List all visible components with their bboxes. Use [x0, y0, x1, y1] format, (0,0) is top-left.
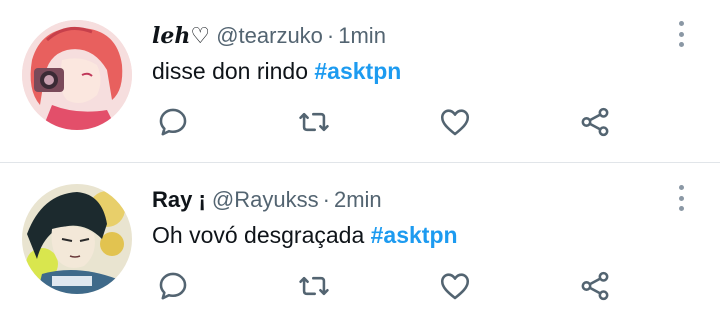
tweet-text: Oh vovó desgraçada #asktpn: [152, 221, 458, 249]
retweet-icon: [299, 276, 329, 296]
separator: ·: [322, 187, 330, 212]
hashtag-link[interactable]: #asktpn: [314, 58, 401, 84]
more-options-icon[interactable]: [676, 21, 686, 47]
tweet-item[interactable]: Ray ¡ @Rayukss · 2min Oh vovó desgraçada #…: [0, 164, 720, 323]
tweet-item[interactable]: leh♡ @tearzuko · 1min disse don rindo #ask…: [0, 0, 720, 162]
retweet-button[interactable]: [297, 269, 331, 305]
tweet-header: Ray ¡ @Rayukss · 2min: [152, 187, 382, 213]
tweet-header: leh♡ @tearzuko · 1min: [152, 23, 386, 49]
like-button[interactable]: [438, 105, 472, 141]
timestamp[interactable]: 1min: [338, 23, 386, 48]
tweet-actions: [0, 269, 720, 305]
retweet-button[interactable]: [297, 105, 331, 141]
like-icon: [440, 273, 470, 300]
user-handle[interactable]: @Rayukss: [212, 187, 319, 212]
display-name[interactable]: Ray ¡: [152, 187, 206, 212]
like-icon: [440, 109, 470, 136]
share-button[interactable]: [578, 105, 612, 141]
more-options-icon[interactable]: [676, 185, 686, 211]
reply-icon: [159, 272, 187, 300]
like-button[interactable]: [438, 269, 472, 305]
timestamp[interactable]: 2min: [334, 187, 382, 212]
tweet-text: disse don rindo #asktpn: [152, 57, 401, 85]
hashtag-link[interactable]: #asktpn: [371, 222, 458, 248]
user-handle[interactable]: @tearzuko: [216, 23, 323, 48]
share-icon: [581, 271, 609, 301]
share-button[interactable]: [578, 269, 612, 305]
reply-button[interactable]: [156, 105, 190, 141]
retweet-icon: [299, 112, 329, 132]
tweet-text-content: disse don rindo: [152, 58, 315, 84]
reply-button[interactable]: [156, 269, 190, 305]
display-name[interactable]: leh♡: [152, 23, 210, 49]
reply-icon: [159, 108, 187, 136]
tweet-text-content: Oh vovó desgraçada: [152, 222, 371, 248]
share-icon: [581, 107, 609, 137]
tweet-actions: [0, 105, 720, 141]
tweet-divider: [0, 162, 720, 163]
separator: ·: [326, 23, 335, 48]
